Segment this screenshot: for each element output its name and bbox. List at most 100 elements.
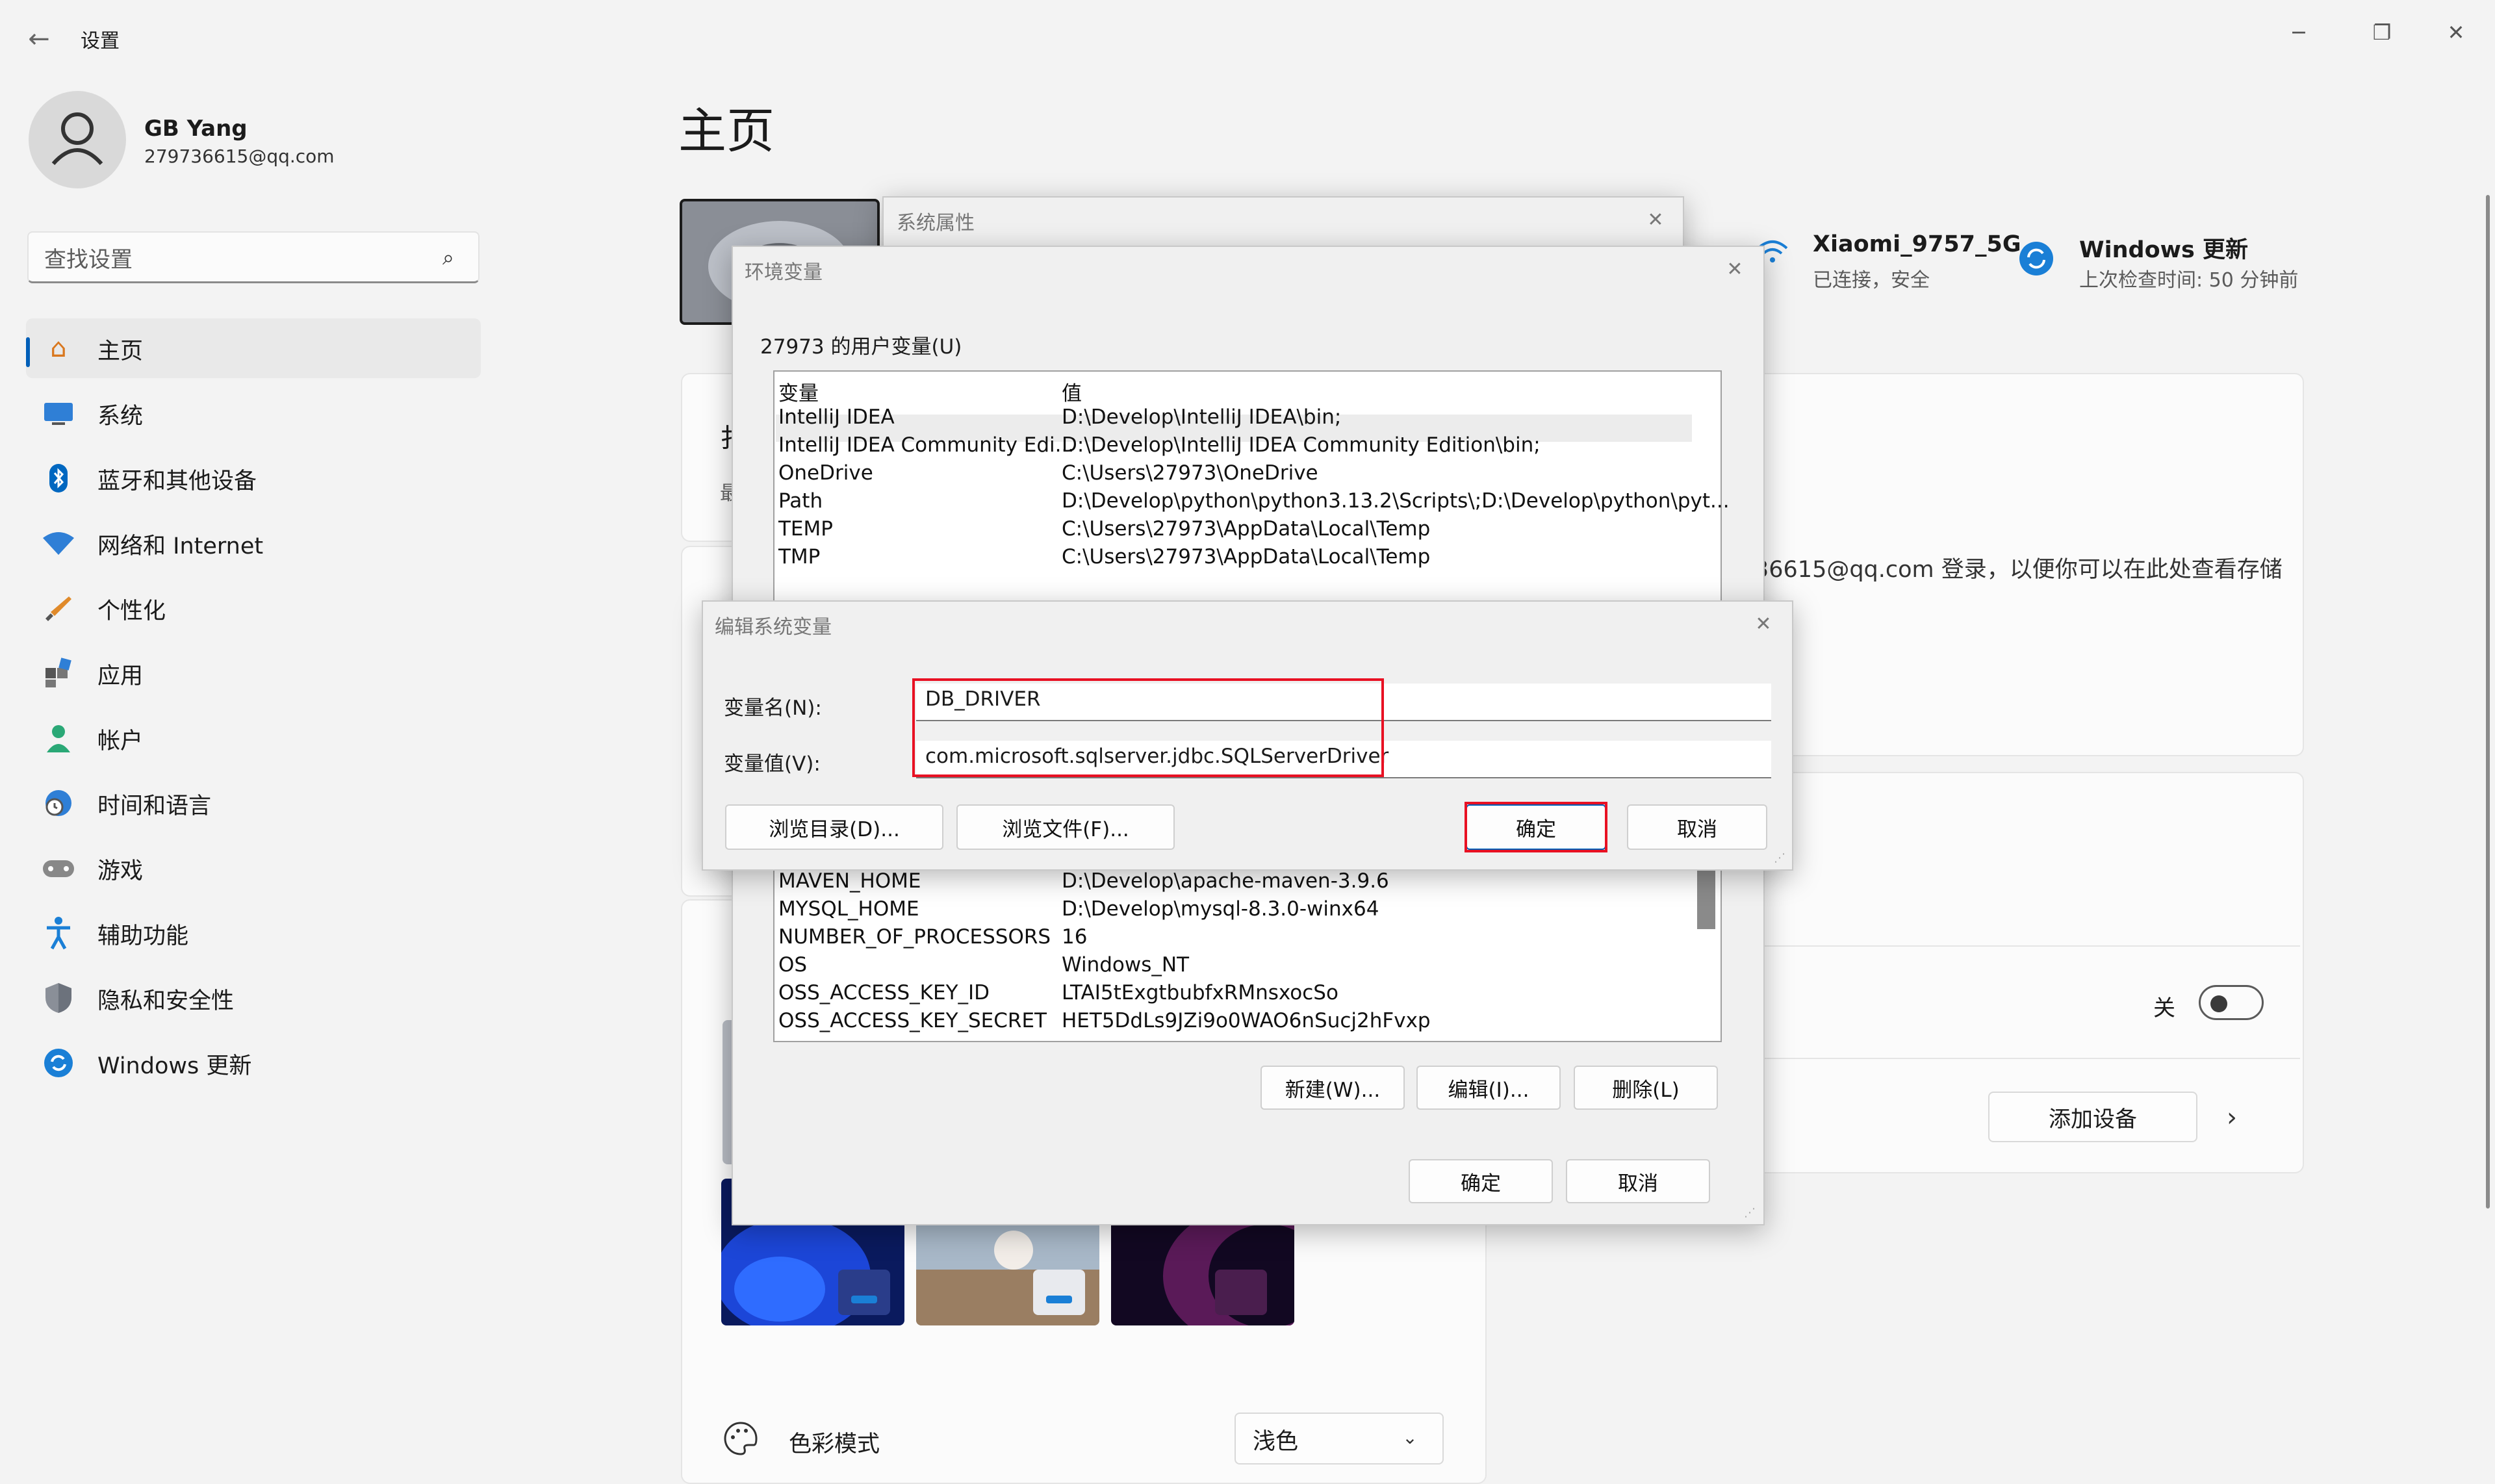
delete-variable-button[interactable]: 删除(L)	[1574, 1066, 1718, 1110]
browse-directory-button[interactable]: 浏览目录(D)...	[725, 804, 943, 850]
accessibility-icon	[40, 915, 77, 951]
apps-icon	[40, 655, 77, 691]
sidebar-item-label[interactable]: 个性化	[97, 593, 166, 626]
sidebar-item-label[interactable]: 网络和 Internet	[97, 528, 263, 561]
new-variable-button[interactable]: 新建(W)...	[1260, 1066, 1405, 1110]
sidebar-item-label[interactable]: 蓝牙和其他设备	[97, 463, 257, 496]
table-cell: Windows_NT	[1062, 953, 1190, 977]
restore-icon[interactable]: ❐	[2356, 13, 2408, 52]
table-cell: HET5DdLs9JZi9o0WAO6nSucj2hFvxp	[1062, 1009, 1431, 1032]
active-indicator	[26, 337, 30, 367]
variable-name-label: 变量名(N):	[724, 697, 822, 720]
search-icon[interactable]: ⌕	[433, 242, 464, 273]
edit-dialog-title: 编辑系统变量	[715, 616, 832, 639]
sidebar-item-label[interactable]: 游戏	[97, 852, 143, 886]
person-icon	[51, 112, 103, 166]
brush-icon	[40, 590, 77, 626]
table-row[interactable]: OneDrive	[778, 461, 873, 485]
sidebar-item-label[interactable]: 系统	[97, 398, 143, 431]
edit-cancel-button[interactable]: 取消	[1627, 804, 1767, 850]
table-row[interactable]: OSS_ACCESS_KEY_ID	[778, 981, 990, 1004]
back-arrow-icon[interactable]: ←	[23, 23, 55, 55]
sidebar-item-label[interactable]: 辅助功能	[97, 917, 188, 951]
update-status: 上次检查时间: 50 分钟前	[2079, 269, 2299, 292]
close-icon[interactable]: ✕	[1722, 256, 1748, 282]
chevron-right-icon[interactable]: ›	[2216, 1098, 2248, 1137]
highlight-box-inputs	[912, 678, 1384, 777]
edit-variable-button[interactable]: 编辑(I)...	[1416, 1066, 1561, 1110]
toggle-label: 关	[2153, 995, 2175, 1021]
table-row[interactable]: IntelliJ IDEA Community Edi...	[778, 433, 1074, 457]
table-row[interactable]: TEMP	[778, 517, 833, 541]
column-header-variable[interactable]: 变量	[778, 377, 819, 406]
user-name: GB Yang	[144, 116, 248, 142]
table-cell: D:\Develop\IntelliJ IDEA Community Editi…	[1062, 433, 1541, 457]
palette-icon	[721, 1419, 760, 1458]
list-scrollbar[interactable]	[1697, 864, 1715, 929]
table-cell: C:\Users\27973\AppData\Local\Temp	[1062, 517, 1431, 541]
table-row[interactable]: Path	[778, 489, 823, 513]
table-row[interactable]: OSS_ACCESS_KEY_SECRET	[778, 1009, 1047, 1032]
resize-grip-icon[interactable]: ⋰	[1774, 851, 1787, 865]
onedrive-signin-text: 36615@qq.com 登录，以便你可以在此处查看存储	[1754, 557, 2283, 583]
table-row[interactable]: TMP	[778, 545, 820, 569]
minimize-icon[interactable]: ─	[2273, 13, 2325, 52]
sidebar-item-label[interactable]: 时间和语言	[97, 787, 211, 821]
globe-clock-icon	[40, 785, 77, 821]
wifi-icon	[40, 525, 77, 561]
color-mode-label: 色彩模式	[789, 1431, 880, 1457]
monitor-icon	[40, 395, 77, 431]
table-cell: D:\Develop\IntelliJ IDEA\bin;	[1062, 405, 1342, 429]
browse-file-button[interactable]: 浏览文件(F)...	[956, 804, 1175, 850]
table-row[interactable]: MYSQL_HOME	[778, 897, 919, 921]
sync-icon	[40, 1045, 77, 1081]
close-icon[interactable]: ✕	[1750, 611, 1776, 637]
avatar[interactable]	[29, 91, 126, 188]
account-icon	[40, 720, 77, 756]
table-cell: 16	[1062, 925, 1088, 949]
variable-value-label: 变量值(V):	[724, 752, 821, 776]
update-sync-icon	[2018, 240, 2054, 277]
update-title[interactable]: Windows 更新	[2079, 231, 2248, 264]
add-device-button[interactable]: 添加设备	[1988, 1092, 2197, 1142]
sidebar-item-label[interactable]: 隐私和安全性	[97, 982, 234, 1016]
toggle-knob	[2210, 995, 2227, 1012]
divider	[1728, 1058, 2300, 1059]
sidebar-item-home[interactable]	[26, 318, 481, 378]
sidebar-item-label[interactable]: 帐户	[97, 723, 143, 756]
window-title: 设置	[81, 30, 120, 53]
scrollbar[interactable]	[2486, 195, 2490, 1209]
table-cell: D:\Develop\mysql-8.3.0-winx64	[1062, 897, 1379, 921]
user-email: 279736615@qq.com	[144, 146, 335, 167]
table-cell: D:\Develop\apache-maven-3.9.6	[1062, 869, 1389, 893]
table-cell: C:\Users\27973\OneDrive	[1062, 461, 1318, 485]
sidebar-item-label[interactable]: 应用	[97, 658, 143, 691]
table-row[interactable]: MAVEN_HOME	[778, 869, 921, 893]
toggle-switch[interactable]	[2199, 985, 2264, 1020]
home-icon: ⌂	[50, 333, 67, 363]
column-header-value[interactable]: 值	[1062, 377, 1082, 406]
shield-icon	[40, 980, 77, 1016]
color-mode-value: 浅色	[1253, 1429, 1299, 1455]
search-placeholder: 查找设置	[44, 247, 133, 273]
gamepad-icon	[40, 850, 77, 886]
env-ok-button[interactable]: 确定	[1409, 1159, 1553, 1203]
sidebar-item-label[interactable]: 主页	[97, 333, 143, 366]
table-row[interactable]: IntelliJ IDEA	[778, 405, 895, 429]
sidebar-item-label[interactable]: Windows 更新	[97, 1047, 251, 1081]
wifi-status: 已连接，安全	[1813, 269, 1930, 292]
close-icon[interactable]: ✕	[2430, 13, 2482, 52]
table-cell: D:\Develop\python\python3.13.2\Scripts\;…	[1062, 489, 1730, 513]
bluetooth-icon	[40, 460, 77, 496]
wifi-name[interactable]: Xiaomi_9757_5G	[1813, 231, 2021, 257]
table-cell: LTAI5tExgtbubfxRMnsxocSo	[1062, 981, 1338, 1004]
env-dialog-title: 环境变量	[745, 261, 823, 284]
table-row[interactable]: NUMBER_OF_PROCESSORS	[778, 925, 1051, 949]
highlight-box-ok	[1465, 802, 1607, 852]
resize-grip-icon[interactable]: ⋰	[1744, 1206, 1757, 1220]
page-title: 主页	[678, 103, 774, 159]
env-cancel-button[interactable]: 取消	[1566, 1159, 1710, 1203]
chevron-down-icon[interactable]: ⌄	[1397, 1423, 1423, 1452]
close-icon[interactable]: ✕	[1643, 207, 1669, 233]
table-row[interactable]: OS	[778, 953, 807, 977]
